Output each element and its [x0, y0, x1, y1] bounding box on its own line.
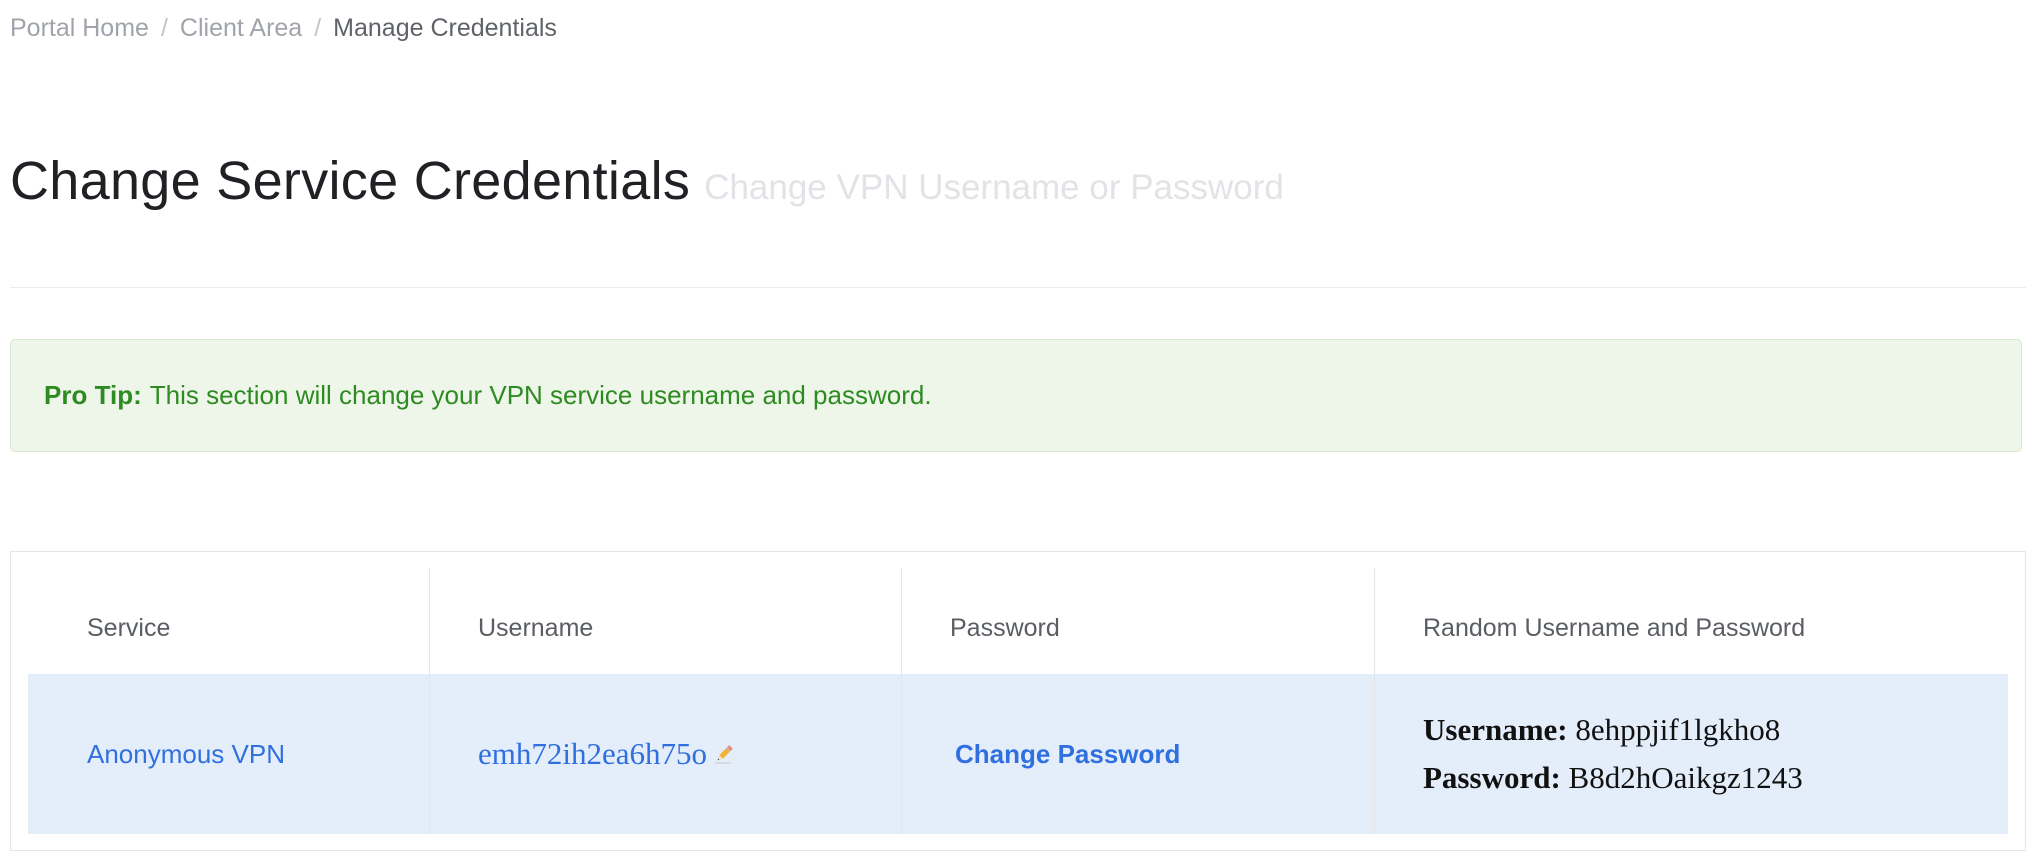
- random-username-label: Username:: [1423, 712, 1576, 747]
- header-random-credentials: Random Username and Password: [1374, 568, 2008, 674]
- header-password: Password: [901, 568, 1374, 674]
- random-password-line: Password: B8d2hOaikgz1243: [1423, 754, 1803, 802]
- header-service: Service: [87, 613, 171, 642]
- table-row: Anonymous VPN emh72ih2ea6h75o Change Pas…: [28, 674, 2008, 834]
- alert-label: Pro Tip:: [44, 380, 142, 410]
- random-credentials: Username: 8ehppjif1lgkho8 Password: B8d2…: [1423, 706, 1803, 802]
- pencil-icon: [715, 745, 733, 764]
- credentials-panel: Service Username Password Random Usernam…: [10, 551, 2026, 851]
- password-cell: Change Password: [901, 674, 1374, 834]
- credentials-table: Service Username Password Random Usernam…: [28, 568, 2008, 834]
- service-link[interactable]: Anonymous VPN: [87, 739, 285, 770]
- breadcrumb-current: Manage Credentials: [333, 14, 557, 42]
- breadcrumb-separator: /: [314, 14, 322, 42]
- page-title: Change Service Credentials: [10, 151, 691, 211]
- breadcrumb: Portal Home / Client Area / Manage Crede…: [10, 14, 557, 43]
- username-cell: emh72ih2ea6h75o: [429, 674, 901, 834]
- breadcrumb-separator: /: [160, 14, 168, 42]
- header-username: Username: [429, 568, 901, 674]
- random-password-value: B8d2hOaikgz1243: [1568, 760, 1803, 795]
- breadcrumb-client-area[interactable]: Client Area: [180, 14, 302, 43]
- page: Portal Home / Client Area / Manage Crede…: [0, 0, 2036, 862]
- alert-text: This section will change your VPN servic…: [149, 380, 932, 410]
- pro-tip-alert: Pro Tip: This section will change your V…: [10, 339, 2022, 452]
- random-username-value: 8ehppjif1lgkho8: [1575, 712, 1781, 747]
- random-credentials-cell: Username: 8ehppjif1lgkho8 Password: B8d2…: [1374, 674, 2008, 834]
- service-cell: Anonymous VPN: [28, 674, 429, 834]
- username-edit-link[interactable]: emh72ih2ea6h75o: [478, 736, 735, 772]
- header-divider: [10, 287, 2026, 288]
- page-subtitle: Change VPN Username or Password: [704, 168, 1284, 207]
- username-value: emh72ih2ea6h75o: [478, 736, 708, 771]
- random-username-line: Username: 8ehppjif1lgkho8: [1423, 706, 1803, 754]
- table-header-row: Service Username Password Random Usernam…: [28, 568, 2008, 674]
- breadcrumb-portal-home[interactable]: Portal Home: [10, 14, 149, 43]
- change-password-link[interactable]: Change Password: [955, 739, 1180, 770]
- random-password-label: Password:: [1423, 760, 1569, 795]
- page-header: Change Service Credentials Change VPN Us…: [10, 150, 1284, 212]
